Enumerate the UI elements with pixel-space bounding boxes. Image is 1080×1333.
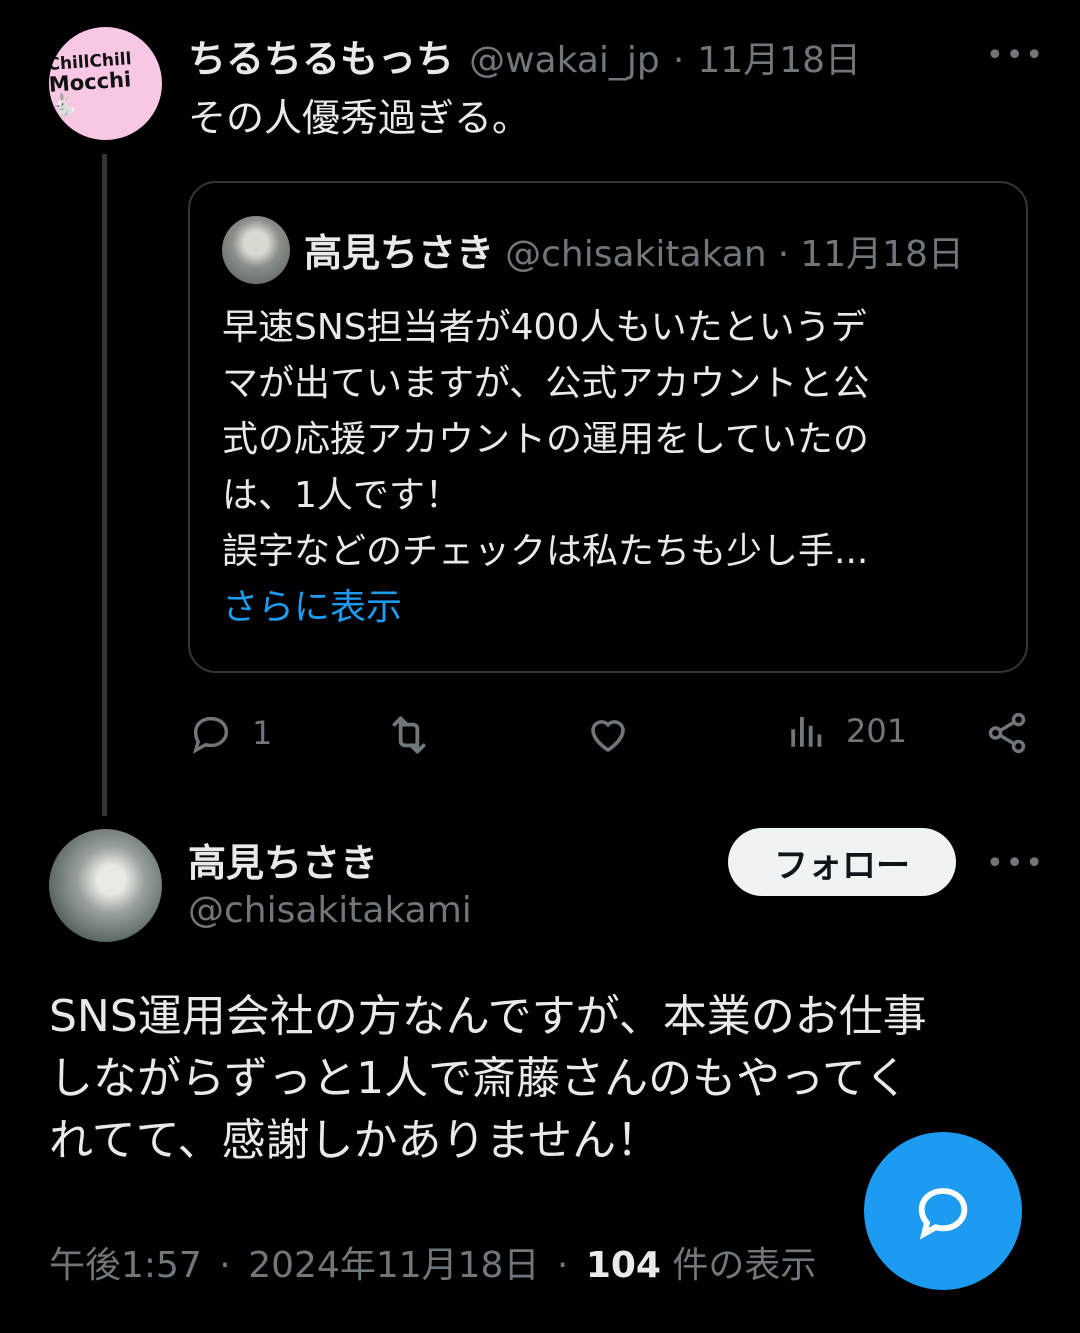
separator-dot: · <box>219 1245 231 1286</box>
heart-icon <box>591 720 625 753</box>
reply-icon <box>918 1188 968 1240</box>
follow-button[interactable]: フォロー <box>728 828 956 896</box>
quoted-avatar[interactable] <box>222 216 290 284</box>
main-handle[interactable]: @chisakitakami <box>188 890 472 931</box>
tweet-view-count[interactable]: 104 <box>586 1245 661 1286</box>
reply-handle[interactable]: @wakai_jp <box>469 40 660 81</box>
retweet-icon <box>392 716 426 754</box>
thread-line <box>102 154 107 816</box>
share-button[interactable] <box>984 710 1030 756</box>
separator-dot: · <box>556 1245 569 1286</box>
main-tweet-text: SNS運用会社の方なんですが、本業のお仕事 しながらずっと1人で斎藤さんのもやっ… <box>49 991 927 1166</box>
share-icon <box>988 712 1026 754</box>
action-bar: 1 201 <box>188 710 1038 766</box>
separator-dot: · <box>672 40 685 81</box>
tweet-time[interactable]: 午後1:57 <box>49 1245 202 1286</box>
separator-dot: · <box>777 234 790 275</box>
compose-reply-fab[interactable] <box>864 1132 1022 1290</box>
tweet-metadata: 午後1:57 · 2024年11月18日 · 104 件の表示 <box>49 1236 816 1288</box>
reply-text: その人優秀過ぎる。 <box>188 96 531 140</box>
quoted-date: 11月18日 <box>800 234 964 275</box>
avatar-chisakitakami[interactable] <box>49 829 162 942</box>
reply-icon <box>192 716 229 754</box>
more-options-icon[interactable]: ••• <box>986 38 1045 73</box>
views-button[interactable]: 201 <box>786 710 907 752</box>
avatar-logo: ChillChill Mocchi 🐇 <box>49 48 133 120</box>
reply-header: ちるちるもっち @wakai_jp · 11月18日 <box>188 28 861 83</box>
avatar-chirumocchi[interactable]: ChillChill Mocchi 🐇 <box>49 27 162 140</box>
quoted-display-name: 高見ちさき <box>304 231 495 275</box>
reply-display-name[interactable]: ちるちるもっち <box>188 37 454 81</box>
quoted-handle: @chisakitakan <box>505 234 767 275</box>
show-more-link[interactable]: さらに表示 <box>222 580 1002 636</box>
quoted-text: 早速SNS担当者が400人もいたというデ マが出ていますが、公式アカウントと公 … <box>222 300 1002 636</box>
main-display-name[interactable]: 高見ちさき <box>188 832 378 887</box>
tweet-date[interactable]: 2024年11月18日 <box>248 1245 539 1286</box>
more-options-icon[interactable]: ••• <box>986 846 1045 881</box>
like-button[interactable] <box>584 710 650 758</box>
reply-button[interactable]: 1 <box>188 710 272 756</box>
reply-count: 1 <box>252 714 273 752</box>
tweet-view-label: 件の表示 <box>672 1245 817 1286</box>
reply-date[interactable]: 11月18日 <box>697 40 861 81</box>
view-count: 201 <box>846 712 908 750</box>
analytics-icon <box>791 717 822 747</box>
retweet-button[interactable] <box>384 710 452 760</box>
quoted-header: 高見ちさき @chisakitakan · 11月18日 <box>304 222 964 277</box>
